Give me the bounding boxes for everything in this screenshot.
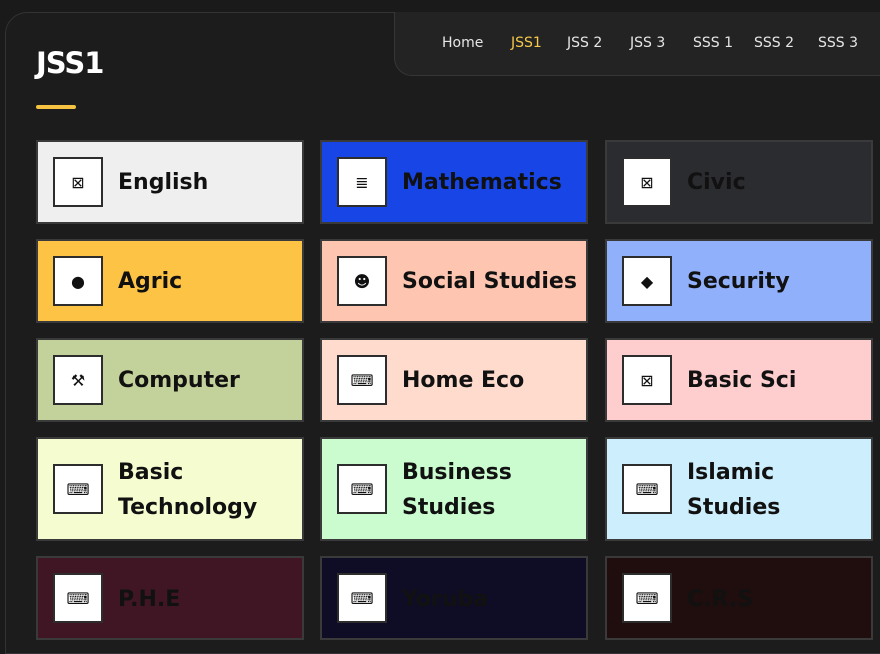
subject-label: Yoruba (402, 587, 489, 612)
subject-label: Islamic Studies (687, 460, 781, 520)
keyboard-icon: ⌨ (337, 464, 387, 514)
top-nav: Home JSS1 JSS 2 JSS 3 SSS 1 SSS 2 SSS 3 (394, 12, 880, 76)
keyboard-icon: ⌨ (53, 464, 103, 514)
subject-card-basic-sci[interactable]: ⊠ Basic Sci (605, 338, 873, 422)
page-title: JSS1 (36, 46, 104, 80)
lightbulb-icon: ● (53, 256, 103, 306)
subject-card-computer[interactable]: ⚒ Computer (36, 338, 304, 422)
gavel-icon: ⚒ (53, 355, 103, 405)
keyboard-icon: ⌨ (337, 573, 387, 623)
subject-label: Mathematics (402, 170, 562, 195)
subject-label: Basic Technology (118, 460, 258, 520)
subject-label: Agric (118, 269, 183, 294)
subject-card-home-eco[interactable]: ⌨ Home Eco (320, 338, 588, 422)
subject-label: Home Eco (402, 368, 525, 393)
subject-card-agric[interactable]: ● Agric (36, 239, 304, 323)
nav-sss1[interactable]: SSS 1 (693, 35, 733, 51)
keyboard-icon: ⌨ (337, 355, 387, 405)
subject-card-islamic-studies[interactable]: ⌨ Islamic Studies (605, 437, 873, 541)
title-underline (36, 105, 76, 109)
keyboard-icon: ⌨ (53, 573, 103, 623)
keyboard-icon: ⌨ (622, 464, 672, 514)
subject-card-yoruba[interactable]: ⌨ Yoruba (320, 556, 588, 640)
document-icon: ⊠ (622, 355, 672, 405)
subject-card-english[interactable]: ⊠ English (36, 140, 304, 224)
subject-card-basic-technology[interactable]: ⌨ Basic Technology (36, 437, 304, 541)
subject-card-mathematics[interactable]: ≣ Mathematics (320, 140, 588, 224)
subject-card-social-studies[interactable]: ☻ Social Studies (320, 239, 588, 323)
subject-label: P.H.E (118, 587, 181, 612)
document-icon: ⊠ (622, 157, 672, 207)
nav-jss3[interactable]: JSS 3 (630, 35, 665, 51)
nav-jss2[interactable]: JSS 2 (567, 35, 602, 51)
subject-card-business-studies[interactable]: ⌨ Business Studies (320, 437, 588, 541)
subject-label: Business Studies (402, 460, 512, 520)
subject-label: English (118, 170, 209, 195)
nav-sss3[interactable]: SSS 3 (818, 35, 858, 51)
subject-card-phe[interactable]: ⌨ P.H.E (36, 556, 304, 640)
document-icon: ⊠ (53, 157, 103, 207)
subject-label: Basic Sci (687, 368, 797, 393)
smiley-icon: ☻ (337, 256, 387, 306)
subject-card-civic[interactable]: ⊠ Civic (605, 140, 873, 224)
subject-label: Computer (118, 368, 240, 393)
subject-card-security[interactable]: ◆ Security (605, 239, 873, 323)
subject-label: Social Studies (402, 269, 577, 294)
diamond-icon: ◆ (622, 256, 672, 306)
subject-label: Civic (687, 170, 746, 195)
nav-home[interactable]: Home (442, 35, 483, 51)
keyboard-icon: ⌨ (622, 573, 672, 623)
nav-sss2[interactable]: SSS 2 (754, 35, 794, 51)
subject-label: Security (687, 269, 790, 294)
subject-label: C.R.S (687, 587, 754, 612)
chart-icon: ≣ (337, 157, 387, 207)
subject-card-crs[interactable]: ⌨ C.R.S (605, 556, 873, 640)
nav-jss1[interactable]: JSS1 (511, 35, 542, 51)
